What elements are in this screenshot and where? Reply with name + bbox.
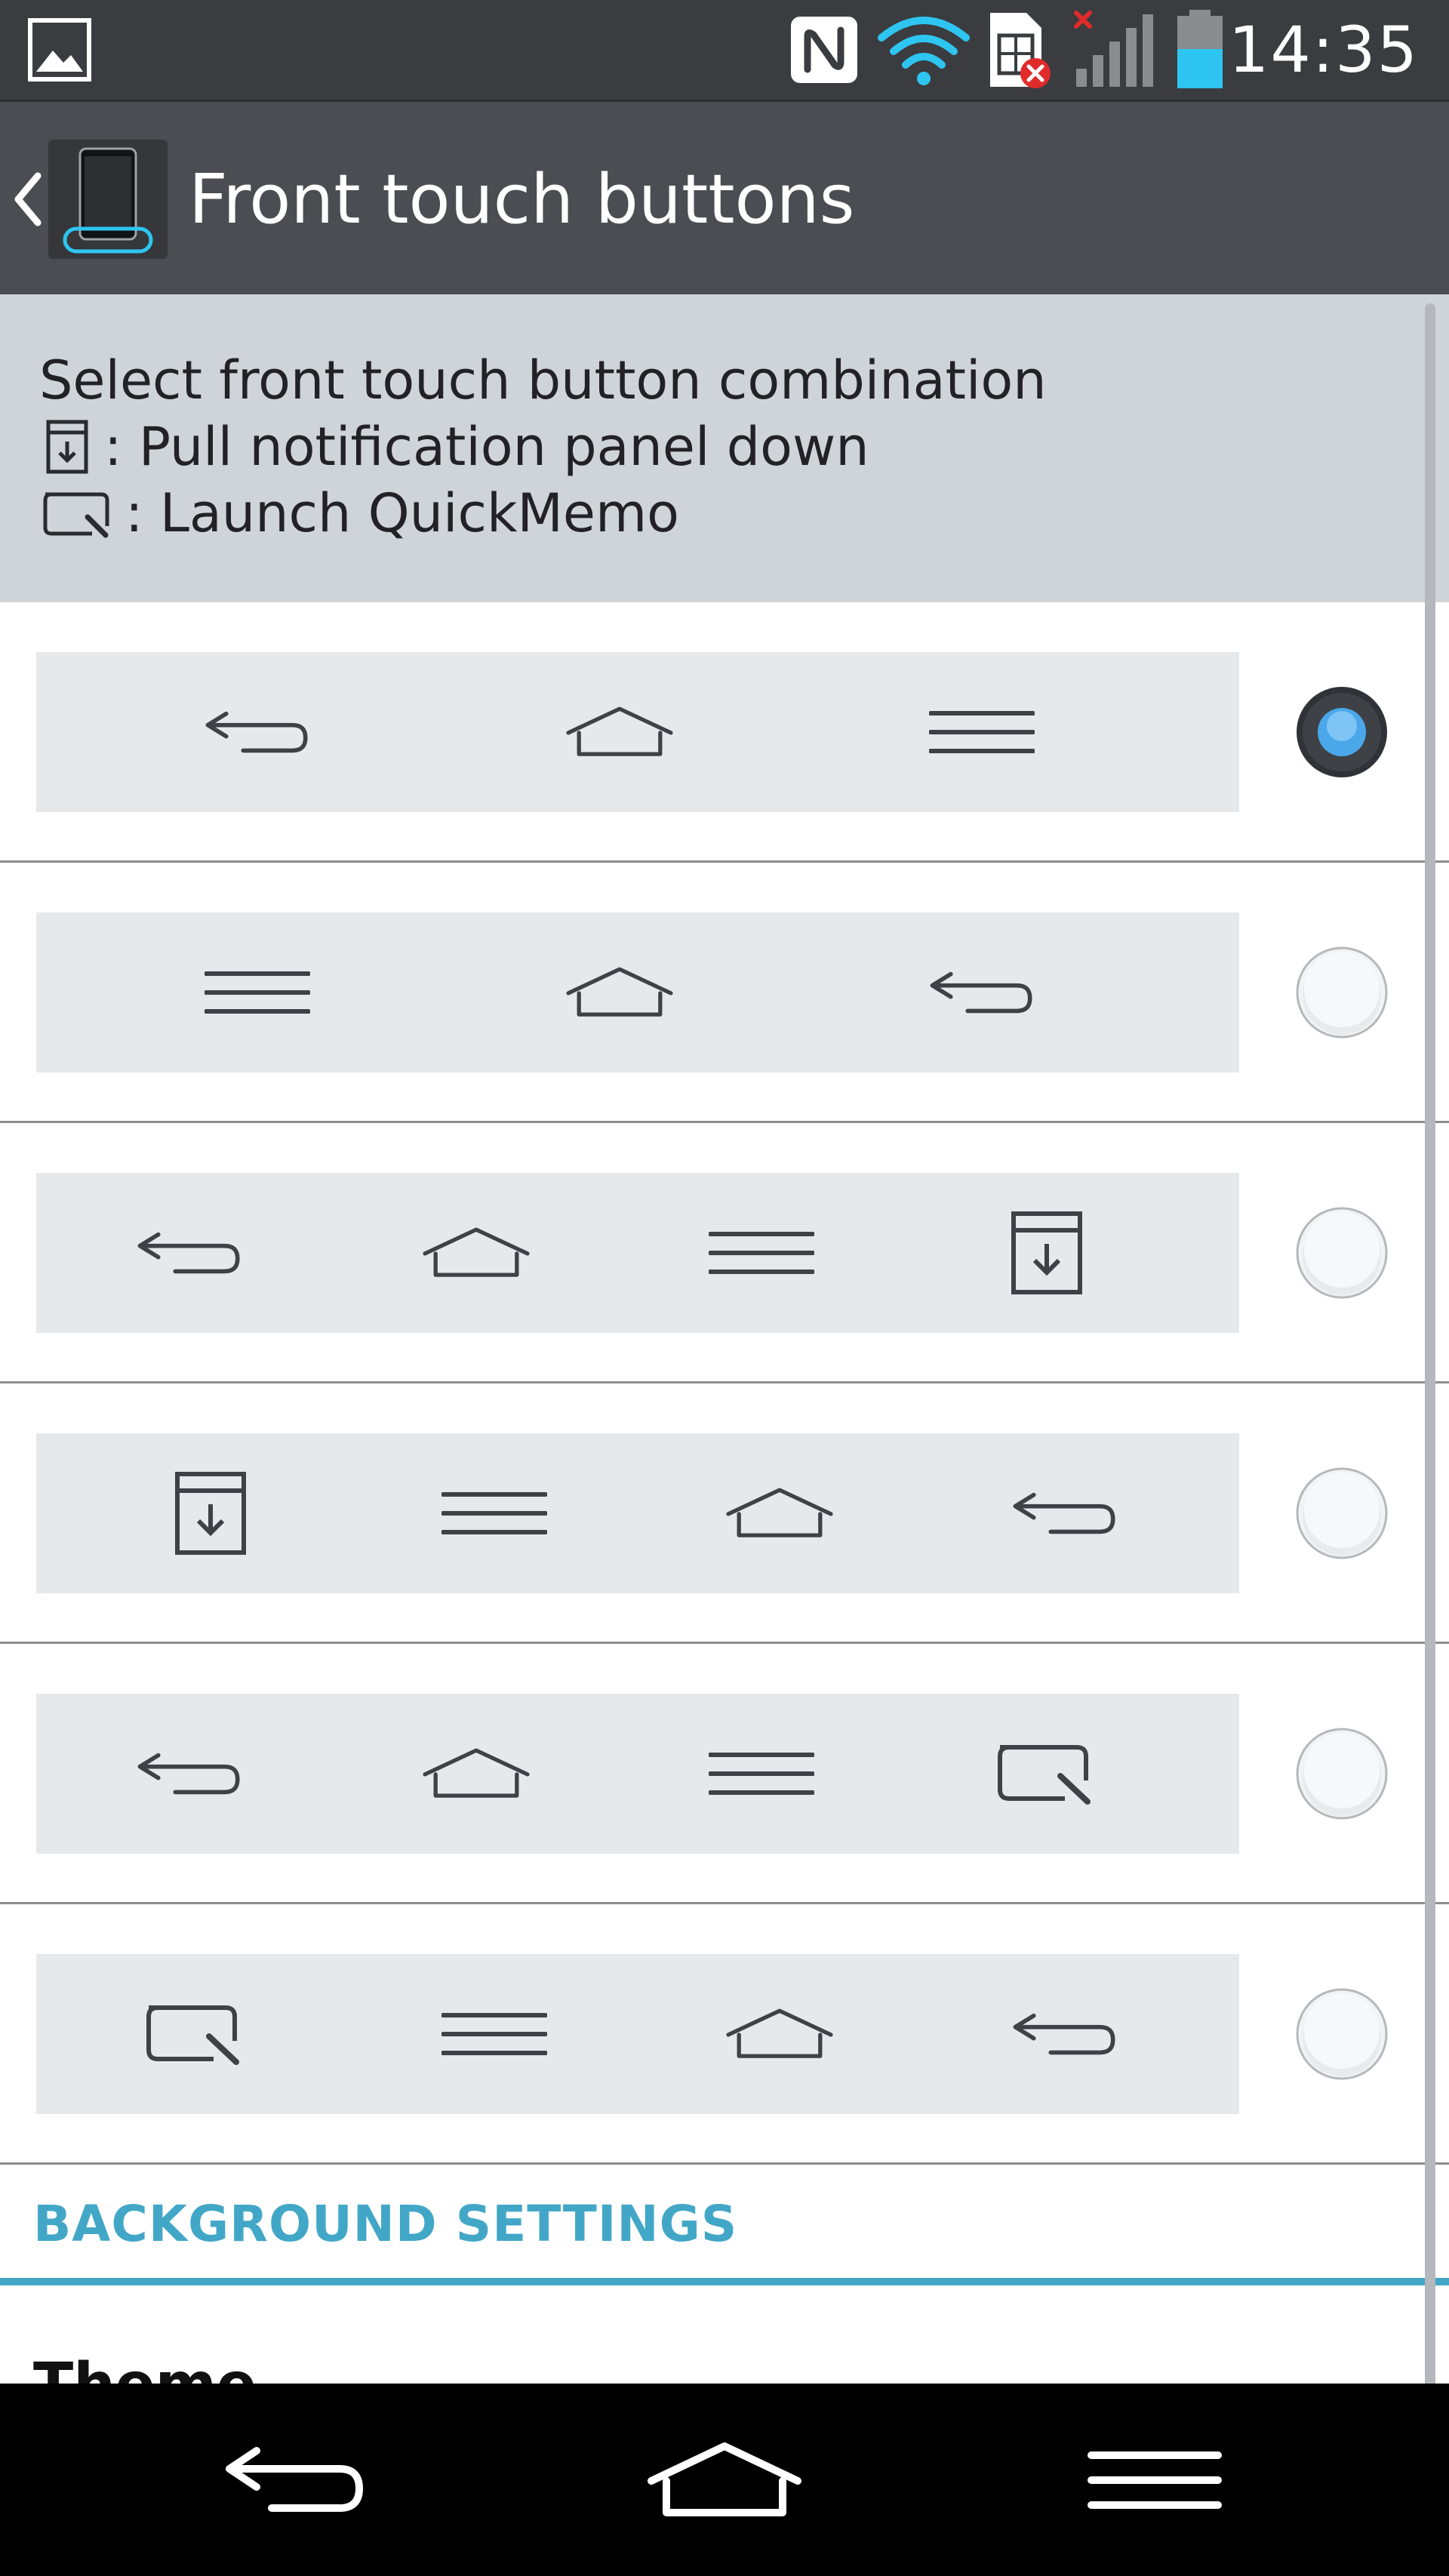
menu-icon[interactable] <box>1064 2420 1245 2541</box>
radio-button-unselected[interactable] <box>1295 1206 1389 1300</box>
home-icon <box>563 943 676 1042</box>
option-row[interactable] <box>0 1904 1449 2165</box>
back-icon <box>133 1724 246 1824</box>
radio-button-unselected[interactable] <box>1295 1987 1389 2081</box>
option-row[interactable] <box>0 1123 1449 1383</box>
section-header: BACKGROUND SETTINGS <box>0 2174 1449 2287</box>
description-line: Select front touch button combination <box>39 347 1449 414</box>
radio-button-selected[interactable] <box>1295 685 1389 779</box>
radio-button-unselected[interactable] <box>1295 1467 1389 1560</box>
button-combination-preview <box>36 1694 1239 1854</box>
back-icon <box>925 943 1038 1042</box>
home-icon <box>420 1724 533 1824</box>
description-text: : Pull notification panel down <box>104 416 869 478</box>
description-line: : Launch QuickMemo <box>39 480 1449 546</box>
page-title: Front touch buttons <box>189 159 855 239</box>
clock: 14:35 <box>1228 13 1419 87</box>
action-bar: Front touch buttons <box>0 100 1449 294</box>
menu-icon <box>705 1203 818 1303</box>
battery-icon <box>1173 0 1227 100</box>
signal-icon <box>1072 0 1161 100</box>
section-title: BACKGROUND SETTINGS <box>33 2195 738 2253</box>
status-bar: 14:35 <box>0 0 1449 100</box>
button-combination-preview <box>36 913 1239 1073</box>
image-icon <box>27 0 92 100</box>
button-combination-preview <box>36 1173 1239 1333</box>
button-combination-preview <box>36 1433 1239 1593</box>
option-row[interactable] <box>0 863 1449 1123</box>
theme-setting-item[interactable]: Theme <box>0 2287 1449 2385</box>
back-icon <box>133 1203 246 1303</box>
navigation-bar <box>0 2384 1449 2576</box>
quickmemo-icon <box>989 1724 1102 1824</box>
quickmemo-icon <box>137 1984 251 2084</box>
home-icon[interactable] <box>634 2420 815 2541</box>
button-combination-preview <box>36 652 1239 812</box>
notification-pull-icon <box>46 420 88 474</box>
radio-button-unselected[interactable] <box>1295 946 1389 1039</box>
home-icon <box>563 682 676 782</box>
back-icon <box>1008 1463 1121 1563</box>
menu-icon <box>438 1984 551 2084</box>
notification-pull-icon <box>154 1463 267 1563</box>
scrollbar[interactable] <box>1425 303 1435 2553</box>
home-icon <box>723 1463 836 1563</box>
option-row[interactable] <box>0 602 1449 863</box>
section-divider <box>0 2278 1449 2285</box>
phone-icon <box>48 140 168 259</box>
nfc-icon <box>788 0 860 100</box>
radio-button-unselected[interactable] <box>1295 1727 1389 1820</box>
menu-icon <box>925 682 1038 782</box>
home-icon <box>723 1984 836 2084</box>
theme-label: Theme <box>33 2351 257 2385</box>
back-icon <box>1008 1984 1121 2084</box>
description-text: Select front touch button combination <box>39 349 1047 411</box>
description-line: : Pull notification panel down <box>39 414 1449 480</box>
quickmemo-icon <box>43 492 109 538</box>
menu-icon <box>438 1463 551 1563</box>
description-text: : Launch QuickMemo <box>125 482 679 544</box>
option-row[interactable] <box>0 1644 1449 1904</box>
menu-icon <box>705 1724 818 1824</box>
notification-pull-icon <box>990 1203 1103 1303</box>
chevron-left-icon[interactable] <box>8 165 45 233</box>
menu-icon <box>201 943 314 1042</box>
sim-error-icon <box>986 0 1055 100</box>
wifi-icon <box>877 0 971 100</box>
description-panel: Select front touch button combination : … <box>0 294 1449 602</box>
home-icon <box>420 1203 533 1303</box>
option-row[interactable] <box>0 1383 1449 1644</box>
button-combination-preview <box>36 1954 1239 2114</box>
back-icon <box>201 682 314 782</box>
back-icon[interactable] <box>204 2420 385 2541</box>
